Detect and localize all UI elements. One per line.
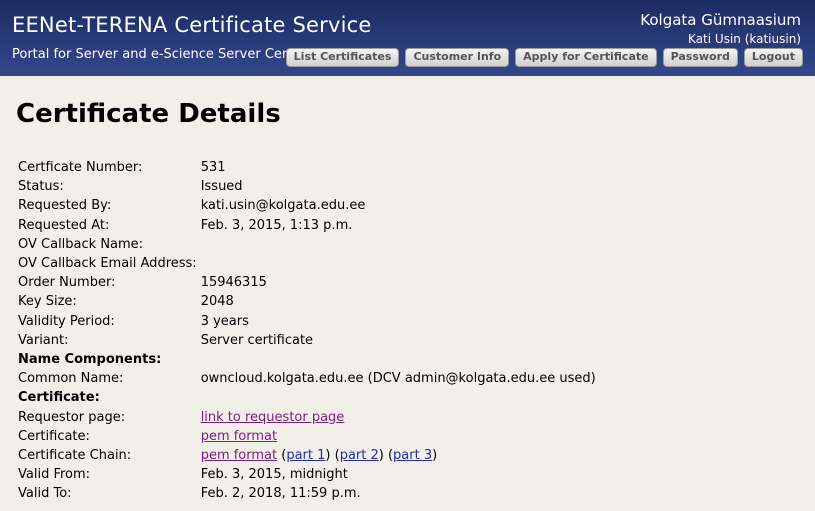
detail-label: Validity Period: bbox=[18, 313, 115, 329]
detail-label: Certificate Chain: bbox=[18, 447, 132, 463]
detail-value: link to requestor page bbox=[199, 407, 598, 426]
detail-value: 531 bbox=[200, 160, 226, 176]
detail-row-ov-callback-email: OV Callback Email Address: bbox=[16, 254, 598, 273]
detail-label: Common Name: bbox=[18, 371, 124, 387]
detail-label: Status: bbox=[18, 179, 64, 195]
section-heading-name-components: Name Components: bbox=[16, 350, 598, 369]
site-title: EENet-TERENA Certificate Service bbox=[12, 13, 372, 37]
detail-label: Requested By: bbox=[18, 198, 112, 214]
detail-value: 2048 bbox=[200, 294, 234, 310]
list-certificates-button[interactable]: List Certificates bbox=[285, 48, 400, 67]
certificate-details-table: Certficate Number: 531 Status: Issued Re… bbox=[16, 158, 598, 503]
detail-value: Issued bbox=[200, 179, 243, 195]
detail-row-order-number: Order Number: 15946315 bbox=[16, 273, 598, 292]
detail-value: kati.usin@kolgata.edu.ee bbox=[200, 198, 366, 214]
detail-value: 3 years bbox=[200, 313, 249, 329]
detail-row-requested-by: Requested By: kati.usin@kolgata.edu.ee bbox=[16, 196, 598, 215]
detail-label: Valid To: bbox=[18, 486, 72, 502]
site-header: EENet-TERENA Certificate Service Portal … bbox=[0, 0, 815, 76]
detail-value: 15946315 bbox=[200, 275, 267, 291]
organization-name: Kolgata Gümnaasium bbox=[640, 11, 801, 29]
detail-row-key-size: Key Size: 2048 bbox=[16, 292, 598, 311]
detail-row-variant: Variant: Server certificate bbox=[16, 331, 598, 350]
detail-row-common-name: Common Name: owncloud.kolgata.edu.ee (DC… bbox=[16, 369, 598, 388]
detail-label: Certficate Number: bbox=[18, 160, 143, 176]
detail-row-certificate: Certificate: pem format bbox=[16, 427, 598, 446]
detail-row-certificate-chain: Certificate Chain: pem format (part 1) (… bbox=[16, 446, 598, 465]
chain-part-3-link[interactable]: part 3 bbox=[393, 448, 432, 463]
detail-value: Feb. 3, 2015, midnight bbox=[200, 467, 348, 483]
chain-part-2-link[interactable]: part 2 bbox=[340, 448, 379, 463]
detail-label: Order Number: bbox=[18, 275, 116, 291]
detail-value: pem format (part 1) (part 2) (part 3) bbox=[200, 447, 438, 463]
logout-button[interactable]: Logout bbox=[743, 48, 803, 67]
detail-value: Feb. 2, 2018, 11:59 p.m. bbox=[200, 486, 361, 502]
user-name: Kati Usin (katiusin) bbox=[688, 32, 801, 46]
detail-value: Server certificate bbox=[200, 332, 314, 348]
detail-row-valid-to: Valid To: Feb. 2, 2018, 11:59 p.m. bbox=[16, 484, 598, 503]
detail-row-certificate-number: Certficate Number: 531 bbox=[16, 158, 598, 177]
requestor-page-link[interactable]: link to requestor page bbox=[201, 410, 345, 425]
customer-info-button[interactable]: Customer Info bbox=[405, 48, 510, 67]
page-title: Certificate Details bbox=[16, 99, 281, 129]
detail-label: Key Size: bbox=[18, 294, 77, 310]
section-heading: Name Components: bbox=[18, 351, 162, 367]
detail-label: OV Callback Name: bbox=[18, 236, 144, 252]
detail-row-status: Status: Issued bbox=[16, 177, 598, 196]
detail-value: owncloud.kolgata.edu.ee (DCV admin@kolga… bbox=[200, 371, 596, 387]
detail-value: Feb. 3, 2015, 1:13 p.m. bbox=[200, 217, 353, 233]
detail-label: Variant: bbox=[18, 332, 69, 348]
section-heading: Certificate: bbox=[18, 390, 100, 406]
detail-row-ov-callback-name: OV Callback Name: bbox=[16, 235, 598, 254]
detail-value bbox=[199, 254, 598, 273]
chain-pem-link[interactable]: pem format bbox=[201, 448, 277, 463]
detail-label: OV Callback Email Address: bbox=[18, 256, 197, 272]
apply-for-certificate-button[interactable]: Apply for Certificate bbox=[515, 48, 657, 67]
certificate-pem-link[interactable]: pem format bbox=[201, 429, 277, 444]
password-button[interactable]: Password bbox=[662, 48, 738, 67]
detail-row-requested-at: Requested At: Feb. 3, 2015, 1:13 p.m. bbox=[16, 216, 598, 235]
detail-label: Requestor page: bbox=[18, 409, 126, 425]
detail-value: pem format bbox=[199, 427, 598, 446]
main-nav: List Certificates Customer Info Apply fo… bbox=[285, 48, 803, 67]
detail-label: Certificate: bbox=[18, 428, 90, 444]
detail-row-requestor-page: Requestor page: link to requestor page bbox=[16, 407, 598, 426]
detail-value bbox=[199, 235, 598, 254]
detail-label: Valid From: bbox=[18, 467, 91, 483]
detail-row-validity-period: Validity Period: 3 years bbox=[16, 312, 598, 331]
section-heading-certificate: Certificate: bbox=[16, 388, 598, 407]
chain-part-1-link[interactable]: part 1 bbox=[286, 448, 325, 463]
detail-row-valid-from: Valid From: Feb. 3, 2015, midnight bbox=[16, 465, 598, 484]
detail-label: Requested At: bbox=[18, 217, 110, 233]
